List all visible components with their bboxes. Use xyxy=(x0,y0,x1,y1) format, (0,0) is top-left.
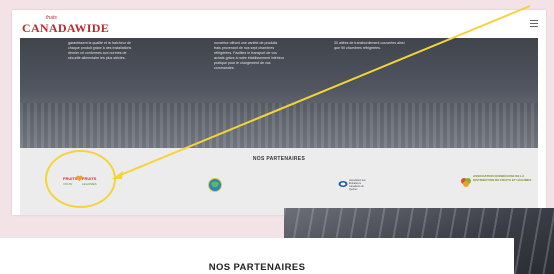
features-section: garantissent la qualité et la fraîcheur … xyxy=(20,38,538,148)
partner-logo-association-emballeurs[interactable]: Association des Emballeurs Canadiens du … xyxy=(338,178,372,192)
canadawide-logo[interactable]: fruits CANADAWIDE xyxy=(20,15,110,35)
leaf-icon xyxy=(338,181,348,187)
fruit-basket-icon xyxy=(461,178,471,187)
highlight-circle xyxy=(45,150,116,208)
logo4-title: ASSOCIATION QUÉBÉCOISE DE LA DISTRIBUTIO… xyxy=(473,174,532,182)
partner-logo-association-quebecoise[interactable]: ASSOCIATION QUÉBÉCOISE DE LA DISTRIBUTIO… xyxy=(460,173,534,197)
site-header: fruits CANADAWIDE xyxy=(12,10,546,38)
logo3-text: Association des Emballeurs Canadiens du … xyxy=(349,179,366,191)
feature-text-1: garantissent la qualité et la fraîcheur … xyxy=(68,41,132,60)
hamburger-menu-icon[interactable] xyxy=(530,20,538,27)
feature-text-2: novatrice offrant une variété de produit… xyxy=(214,41,284,70)
logo-main-text: CANADAWIDE xyxy=(22,21,110,35)
feature-text-3: 30 allées de transbordement couvertes ai… xyxy=(334,41,405,50)
zoomed-partners-banner: NOS PARTENAIRES xyxy=(0,238,514,274)
partner-logo-globe-icon[interactable] xyxy=(208,178,222,192)
zoomed-partners-title: NOS PARTENAIRES xyxy=(208,262,306,273)
